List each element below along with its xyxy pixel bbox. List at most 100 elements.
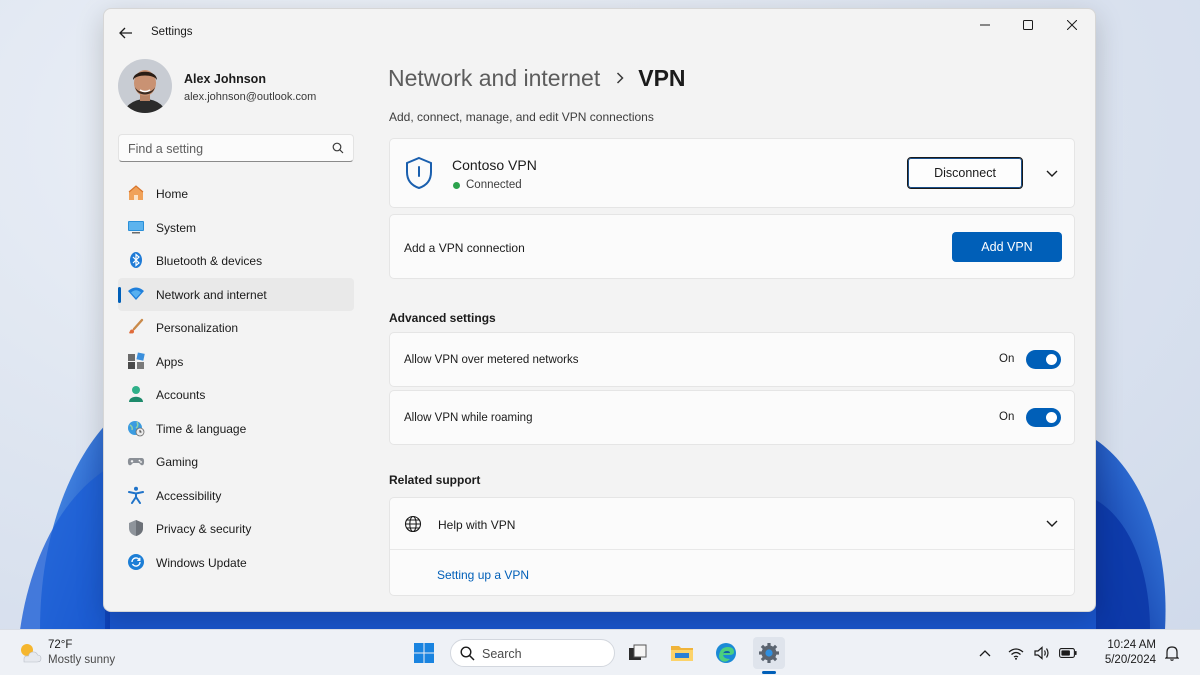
speaker-icon xyxy=(1034,646,1049,660)
add-vpn-button[interactable]: Add VPN xyxy=(952,232,1062,262)
weather-description[interactable]: Mostly sunny xyxy=(48,654,115,666)
metered-networks-toggle[interactable] xyxy=(1026,350,1061,369)
taskbar: 72°F Mostly sunny Search 10:24 AM 5/20/2… xyxy=(0,629,1200,675)
app-title: Settings xyxy=(151,26,193,38)
breadcrumb: Network and internet VPN xyxy=(388,63,686,93)
show-hidden-icons-button[interactable] xyxy=(975,643,995,663)
sidebar-item-apps[interactable]: Apps xyxy=(118,345,354,379)
disconnect-button[interactable]: Disconnect xyxy=(907,157,1023,189)
avatar xyxy=(118,59,172,113)
vpn-shield-icon xyxy=(406,156,432,190)
bluetooth-icon xyxy=(127,251,145,269)
apps-icon xyxy=(127,351,145,370)
maximize-button[interactable] xyxy=(1005,9,1051,41)
sidebar-item-personalization[interactable]: Personalization xyxy=(118,311,354,345)
sidebar-item-label: Bluetooth & devices xyxy=(156,254,263,268)
shield-icon xyxy=(127,519,145,537)
settings-window: Settings Alex Johnson alex.johnson@outlo… xyxy=(103,8,1096,612)
sidebar-item-label: System xyxy=(156,220,197,235)
chevron-right-icon xyxy=(616,72,624,84)
clock-time[interactable]: 10:24 AM xyxy=(1090,639,1156,651)
sidebar-item-label: Time & language xyxy=(156,421,247,436)
windows-logo-icon xyxy=(414,643,434,663)
search-input[interactable] xyxy=(128,139,323,159)
vpn-status: Connected xyxy=(466,179,522,191)
wifi-icon xyxy=(127,285,145,303)
profile-email: alex.johnson@outlook.com xyxy=(184,91,317,103)
sidebar-item-home[interactable]: Home xyxy=(118,177,354,211)
sidebar-item-label: Personalization xyxy=(156,321,239,335)
roaming-toggle[interactable] xyxy=(1026,408,1061,427)
taskbar-search-label: Search xyxy=(482,647,522,661)
sidebar-item-windows-update[interactable]: Windows Update xyxy=(118,546,354,580)
settings-search[interactable] xyxy=(118,134,354,162)
sidebar-item-accounts[interactable]: Accounts xyxy=(118,378,354,412)
sidebar-item-label: Accessibility xyxy=(156,488,222,503)
taskbar-search[interactable]: Search xyxy=(450,639,615,667)
page-title: VPN xyxy=(638,64,686,91)
weather-temperature[interactable]: 72°F xyxy=(48,639,72,651)
task-view-button[interactable] xyxy=(622,637,654,669)
sidebar-item-label: Gaming xyxy=(156,455,199,469)
monitor-icon xyxy=(127,218,145,236)
chevron-up-icon xyxy=(979,650,991,657)
add-vpn-card: Add a VPN connection Add VPN xyxy=(389,214,1075,279)
user-profile[interactable]: Alex Johnson alex.johnson@outlook.com xyxy=(118,59,358,115)
task-view-icon xyxy=(629,644,647,660)
title-bar: Settings xyxy=(104,9,1095,55)
gamepad-icon xyxy=(127,452,145,470)
help-with-vpn-label: Help with VPN xyxy=(438,518,516,532)
folder-icon xyxy=(671,646,693,661)
battery-tray-button[interactable] xyxy=(1058,643,1078,663)
metered-networks-setting: Allow VPN over metered networks On xyxy=(389,332,1075,387)
sidebar-item-bluetooth[interactable]: Bluetooth & devices xyxy=(118,244,354,278)
update-icon xyxy=(127,553,145,571)
volume-tray-button[interactable] xyxy=(1032,643,1052,663)
minimize-button[interactable] xyxy=(962,9,1008,41)
toggle-knob xyxy=(1046,354,1057,365)
breadcrumb-parent[interactable]: Network and internet xyxy=(388,65,600,92)
sidebar-item-gaming[interactable]: Gaming xyxy=(118,445,354,479)
brush-icon xyxy=(127,318,145,336)
bell-icon xyxy=(1165,646,1179,661)
sidebar-item-time-language[interactable]: Time & language xyxy=(118,412,354,446)
toggle-state-label: On xyxy=(999,353,1015,365)
sidebar-item-network[interactable]: Network and internet xyxy=(118,277,354,311)
globe-icon xyxy=(404,515,422,533)
arrow-left-icon xyxy=(119,27,132,39)
help-with-vpn-row[interactable]: Help with VPN xyxy=(390,498,1074,550)
edge-icon xyxy=(716,643,736,663)
chevron-down-icon xyxy=(1046,170,1058,177)
sun-cloud-icon[interactable] xyxy=(18,642,42,664)
expand-vpn-button[interactable] xyxy=(1042,165,1062,183)
sidebar-item-label: Accounts xyxy=(156,388,206,402)
minimize-icon xyxy=(980,24,990,26)
toggle-state-label: On xyxy=(999,411,1015,423)
settings-app-button[interactable] xyxy=(753,637,785,669)
clock-date[interactable]: 5/20/2024 xyxy=(1090,654,1156,666)
notifications-button[interactable] xyxy=(1162,643,1182,663)
file-explorer-button[interactable] xyxy=(666,637,698,669)
start-button[interactable] xyxy=(408,637,440,669)
close-button[interactable] xyxy=(1049,9,1095,41)
edge-browser-button[interactable] xyxy=(710,637,742,669)
collapse-support-button[interactable] xyxy=(1042,515,1062,533)
search-icon xyxy=(460,646,475,661)
sidebar-item-privacy[interactable]: Privacy & security xyxy=(118,512,354,546)
chevron-down-icon xyxy=(1046,520,1058,527)
battery-icon xyxy=(1059,648,1077,658)
network-tray-button[interactable] xyxy=(1006,643,1026,663)
sidebar-nav: Home System Bluetooth & devices Network … xyxy=(118,177,354,579)
setting-label: Allow VPN while roaming xyxy=(404,412,533,424)
setting-label: Allow VPN over metered networks xyxy=(404,354,579,366)
setting-up-vpn-link[interactable]: Setting up a VPN xyxy=(437,568,529,582)
back-button[interactable] xyxy=(116,23,136,43)
sidebar-item-accessibility[interactable]: Accessibility xyxy=(118,479,354,513)
gear-icon xyxy=(759,643,779,663)
sidebar-item-label: Apps xyxy=(156,354,184,369)
advanced-settings-heading: Advanced settings xyxy=(389,311,496,325)
sidebar-item-label: Windows Update xyxy=(156,555,247,570)
search-icon[interactable] xyxy=(332,142,344,154)
sidebar-item-system[interactable]: System xyxy=(118,211,354,245)
globe-clock-icon xyxy=(127,419,145,437)
